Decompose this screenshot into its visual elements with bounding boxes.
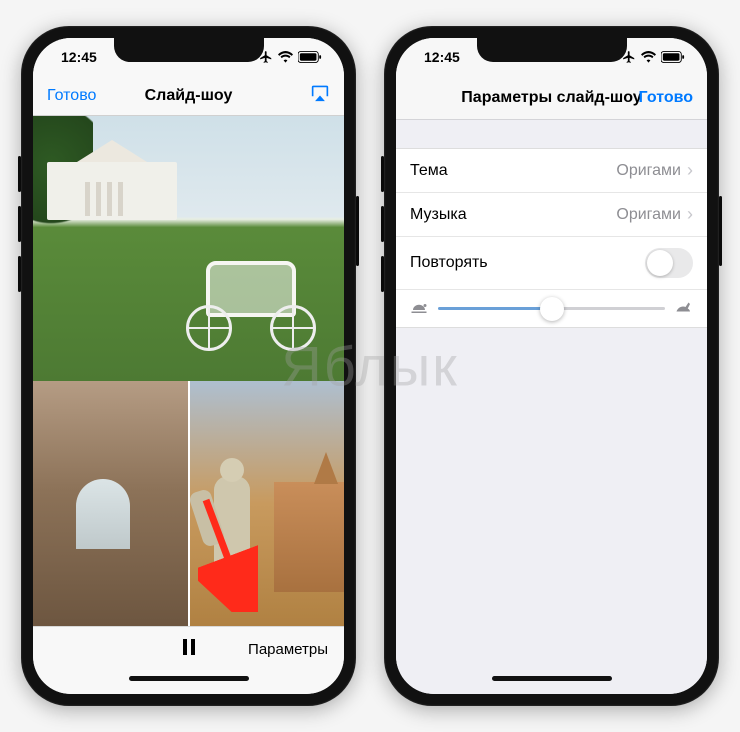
turtle-icon (410, 300, 428, 317)
phone-mockup-right: 12:45 Параметры слайд-шоу Готово Тема Ор… (384, 26, 719, 706)
airplay-icon (310, 84, 330, 102)
options-button[interactable]: Параметры (248, 641, 328, 658)
airplay-button[interactable] (260, 84, 330, 107)
pause-button[interactable] (183, 639, 195, 660)
chevron-right-icon: › (687, 204, 693, 225)
wifi-icon (641, 51, 656, 63)
page-title: Параметры слайд-шоу (461, 89, 641, 107)
nav-bar: Готово Слайд-шоу (33, 76, 344, 116)
repeat-switch[interactable] (645, 248, 693, 278)
status-icons (259, 50, 322, 64)
theme-label: Тема (410, 162, 616, 180)
slider-thumb[interactable] (540, 297, 564, 321)
repeat-label: Повторять (410, 254, 645, 272)
pause-icon (183, 639, 195, 655)
status-icons (622, 50, 685, 64)
done-button[interactable]: Готово (639, 89, 693, 107)
theme-row[interactable]: Тема Оригами › (396, 149, 707, 193)
status-time: 12:45 (424, 49, 460, 65)
phone-mockup-left: 12:45 Готово Слайд-шоу (21, 26, 356, 706)
speed-slider-row (396, 290, 707, 327)
done-button[interactable]: Готово (47, 87, 117, 105)
notch (477, 38, 627, 62)
home-indicator[interactable] (396, 672, 707, 694)
repeat-row: Повторять (396, 237, 707, 290)
home-indicator[interactable] (33, 672, 344, 694)
battery-icon (661, 51, 685, 63)
notch (114, 38, 264, 62)
music-label: Музыка (410, 206, 616, 224)
page-title: Слайд-шоу (117, 87, 260, 105)
chevron-right-icon: › (687, 160, 693, 181)
wifi-icon (278, 51, 293, 63)
nav-bar: Параметры слайд-шоу Готово (396, 76, 707, 120)
theme-value: Оригами (616, 162, 681, 180)
speed-slider[interactable] (438, 307, 665, 310)
slideshow-photo-top (33, 116, 344, 381)
settings-group: Тема Оригами › Музыка Оригами › Повторят… (396, 148, 707, 328)
status-time: 12:45 (61, 49, 97, 65)
slideshow-photo-bottom-left (33, 381, 188, 626)
slideshow-photo-bottom-right (190, 381, 345, 626)
settings-body: Тема Оригами › Музыка Оригами › Повторят… (396, 120, 707, 672)
slideshow-toolbar: Параметры (33, 626, 344, 672)
slideshow-area[interactable] (33, 116, 344, 626)
music-value: Оригами (616, 206, 681, 224)
battery-icon (298, 51, 322, 63)
rabbit-icon (675, 300, 693, 317)
music-row[interactable]: Музыка Оригами › (396, 193, 707, 237)
